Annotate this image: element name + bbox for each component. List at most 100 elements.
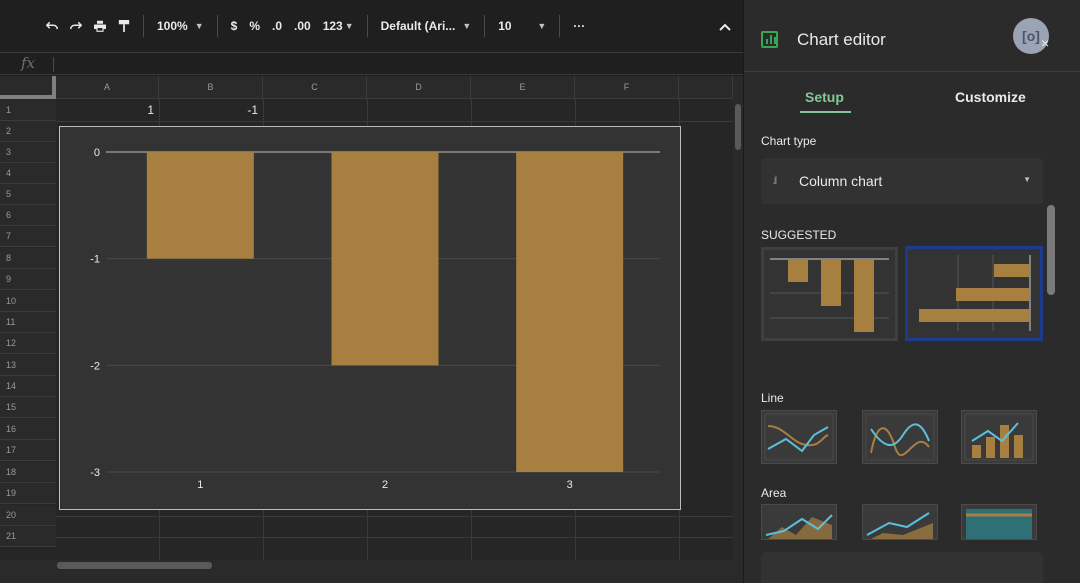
grid-horizontal-scroll-thumb[interactable] (57, 562, 212, 569)
row-header[interactable]: 5 (0, 184, 56, 205)
row-header[interactable]: 8 (0, 248, 56, 269)
row-header[interactable]: 12 (0, 333, 56, 354)
grid-vertical-scrollbar[interactable] (733, 76, 743, 560)
caret-down-icon: ▼ (537, 21, 547, 31)
tab-customize[interactable]: Customize (955, 89, 1026, 105)
row-header[interactable]: 2 (0, 121, 56, 142)
row-header[interactable]: 7 (0, 226, 56, 247)
caret-down-icon: ▼ (462, 21, 472, 31)
toolbar-divider (216, 15, 218, 37)
chart-bar (146, 152, 254, 259)
zoom-value: 100% (157, 19, 188, 33)
row-header[interactable]: 10 (0, 291, 56, 312)
more-formats-select[interactable]: 123 ▼ (317, 11, 360, 41)
smooth-line-chart-icon (865, 413, 935, 461)
chart-y-tick-label: -3 (90, 467, 100, 479)
suggested-column-chart-thumbnail[interactable] (761, 247, 898, 341)
panel-vertical-scroll-thumb[interactable] (1047, 205, 1055, 295)
chart-x-tick-label: 2 (382, 479, 388, 491)
column-header-d[interactable]: D (367, 76, 471, 99)
grid-horizontal-scrollbar[interactable] (0, 560, 743, 583)
chart-y-tick-label: -1 (90, 254, 100, 266)
cell-a1[interactable]: 1 (56, 100, 159, 120)
grid-line (56, 516, 733, 517)
line-chart-icon (764, 413, 834, 461)
stacked-area-chart-thumbnail[interactable] (862, 504, 938, 540)
chart-x-tick-label: 1 (197, 479, 203, 491)
row-header[interactable]: 19 (0, 483, 56, 504)
row-header[interactable]: 17 (0, 440, 56, 461)
tab-setup[interactable]: Setup (805, 89, 844, 105)
font-size-select[interactable]: 10 ▼ (492, 11, 552, 41)
full-stacked-area-chart-thumbnail[interactable] (961, 504, 1037, 540)
stacked-area-chart-icon (866, 512, 933, 539)
decrease-decimal-label: .0 (271, 19, 282, 33)
collapse-icon[interactable] (719, 18, 731, 34)
line-section-label: Line (761, 391, 784, 405)
chart-x-tick-label: 3 (567, 479, 573, 491)
redo-icon[interactable] (64, 11, 88, 41)
close-icon[interactable]: × (1041, 35, 1049, 51)
grid-vertical-scroll-thumb[interactable] (735, 104, 741, 150)
print-icon[interactable] (88, 11, 112, 41)
row-header[interactable]: 14 (0, 376, 56, 397)
column-header-c[interactable]: C (263, 76, 367, 99)
currency-format-button[interactable]: $ (225, 11, 244, 41)
row-header[interactable]: 13 (0, 355, 56, 376)
chart-y-tick-label: 0 (94, 147, 100, 159)
column-header-g[interactable] (679, 76, 733, 99)
more-options-button[interactable]: ··· (567, 11, 591, 41)
font-select[interactable]: Default (Ari... ▼ (375, 11, 478, 41)
column-chart-thumbnail-icon (770, 258, 889, 332)
data-range-field[interactable] (761, 552, 1043, 583)
area-chart-thumbnail[interactable] (761, 504, 837, 540)
formula-divider (53, 57, 54, 72)
panel-title: Chart editor (797, 30, 886, 49)
row-header[interactable]: 9 (0, 269, 56, 290)
select-all-corner[interactable] (0, 76, 56, 99)
combo-chart-thumbnail[interactable] (961, 410, 1037, 464)
grid-line (56, 121, 733, 122)
row-header[interactable]: 6 (0, 205, 56, 226)
combo-chart-icon (964, 413, 1034, 461)
column-header-f[interactable]: F (575, 76, 679, 99)
formula-bar: fx (0, 52, 743, 75)
column-header-b[interactable]: B (159, 76, 263, 99)
spreadsheet-grid[interactable]: A B C D E F 1 2 3 4 5 6 7 8 9 10 11 12 1… (0, 76, 733, 560)
embedded-column-chart[interactable]: 0 -1 -2 -3 1 2 3 (59, 126, 681, 510)
row-header[interactable]: 11 (0, 312, 56, 333)
row-header[interactable]: 1 (0, 100, 56, 121)
row-header[interactable]: 18 (0, 462, 56, 483)
row-header[interactable]: 16 (0, 419, 56, 440)
caret-down-icon: ▼ (344, 21, 354, 31)
chart-type-label: Chart type (761, 134, 817, 148)
percent-format-button[interactable]: % (243, 11, 266, 41)
zoom-select[interactable]: 100% ▼ (151, 11, 210, 41)
chart-editor-panel: Chart editor [o] × Setup Customize Chart… (743, 0, 1080, 583)
row-header[interactable]: 15 (0, 397, 56, 418)
fx-label: fx (21, 54, 36, 72)
undo-icon[interactable] (40, 11, 64, 41)
chart-type-select[interactable]: .ıl Column chart ▼ (761, 158, 1043, 204)
font-value: Default (Ari... (380, 19, 456, 33)
column-chart-icon: .ıl (772, 173, 778, 187)
row-header[interactable]: 20 (0, 505, 56, 526)
increase-decimal-button[interactable]: .00 (288, 11, 317, 41)
chart-editor-header: Chart editor [o] × (744, 0, 1080, 72)
cell-b1[interactable]: -1 (159, 100, 263, 120)
row-header[interactable]: 21 (0, 526, 56, 547)
paint-format-icon[interactable] (112, 11, 136, 41)
chart-editor-icon (761, 31, 778, 48)
smooth-line-chart-thumbnail[interactable] (862, 410, 938, 464)
area-section-label: Area (761, 486, 787, 500)
decrease-decimal-button[interactable]: .0 (266, 11, 288, 41)
column-header-a[interactable]: A (56, 76, 159, 99)
row-header[interactable]: 4 (0, 163, 56, 184)
column-header-e[interactable]: E (471, 76, 575, 99)
line-chart-thumbnail[interactable] (761, 410, 837, 464)
suggested-bar-chart-thumbnail[interactable] (905, 246, 1043, 341)
row-header[interactable]: 3 (0, 142, 56, 163)
full-stacked-area-chart-icon (966, 509, 1032, 539)
chart-type-value: Column chart (799, 173, 883, 189)
chart-bar (516, 152, 624, 472)
